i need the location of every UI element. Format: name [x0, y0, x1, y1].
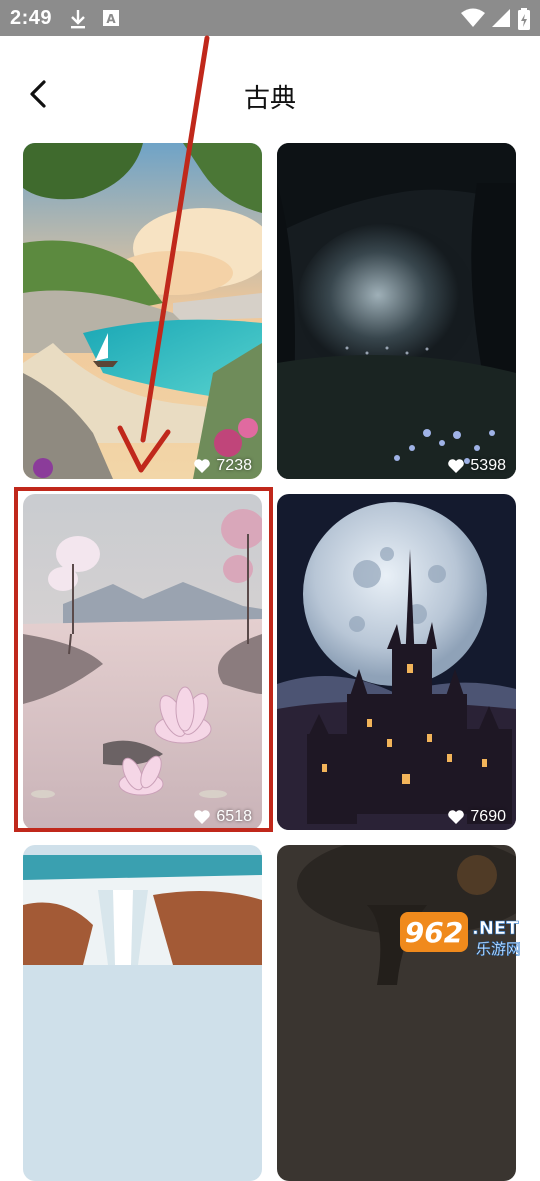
status-bar: 2:49 A [0, 0, 540, 36]
svg-text:A: A [106, 12, 116, 26]
wallpaper-image [277, 494, 516, 830]
app-header: 古典 [0, 36, 540, 140]
wifi-icon [461, 8, 485, 27]
signal-icon [492, 9, 510, 27]
watermark-subtitle: 乐游网 [476, 940, 521, 958]
font-app-icon: A [103, 10, 119, 26]
like-count: 7238 [193, 457, 252, 475]
like-count: 7690 [447, 808, 506, 826]
like-count-value: 6518 [216, 808, 252, 825]
wallpaper-image [277, 845, 516, 1181]
wallpaper-image [23, 143, 262, 479]
like-count: 5398 [447, 457, 506, 475]
wallpaper-image [277, 143, 516, 479]
wallpaper-card-dark-tree[interactable] [277, 845, 516, 1181]
wallpaper-card-lotus-river[interactable]: 6518 [23, 494, 262, 830]
status-time: 2:49 [10, 7, 53, 29]
watermark-number: 962 [405, 916, 463, 949]
heart-icon [448, 459, 465, 473]
like-count: 6518 [193, 808, 252, 826]
wallpaper-card-coastal-cove[interactable]: 7238 [23, 143, 262, 479]
page-title: 古典 [243, 83, 296, 113]
wallpaper-card-canyon-waterfall[interactable] [23, 845, 262, 1181]
wallpaper-card-moon-castle[interactable]: 7690 [277, 494, 516, 830]
heart-icon [448, 810, 465, 824]
battery-charging-icon [518, 8, 530, 30]
like-count-value: 5398 [470, 457, 506, 474]
wallpaper-card-dark-forest[interactable]: 5398 [277, 143, 516, 479]
watermark-suffix: .NET [472, 918, 519, 939]
heart-icon [194, 810, 211, 824]
wallpaper-image [23, 494, 262, 830]
like-count-value: 7690 [470, 808, 506, 825]
download-icon [71, 10, 85, 29]
site-watermark-logo: 962 .NET 乐游网 [400, 912, 521, 958]
wallpaper-image [23, 845, 262, 1181]
like-count-value: 7238 [216, 457, 252, 474]
heart-icon [194, 459, 211, 473]
